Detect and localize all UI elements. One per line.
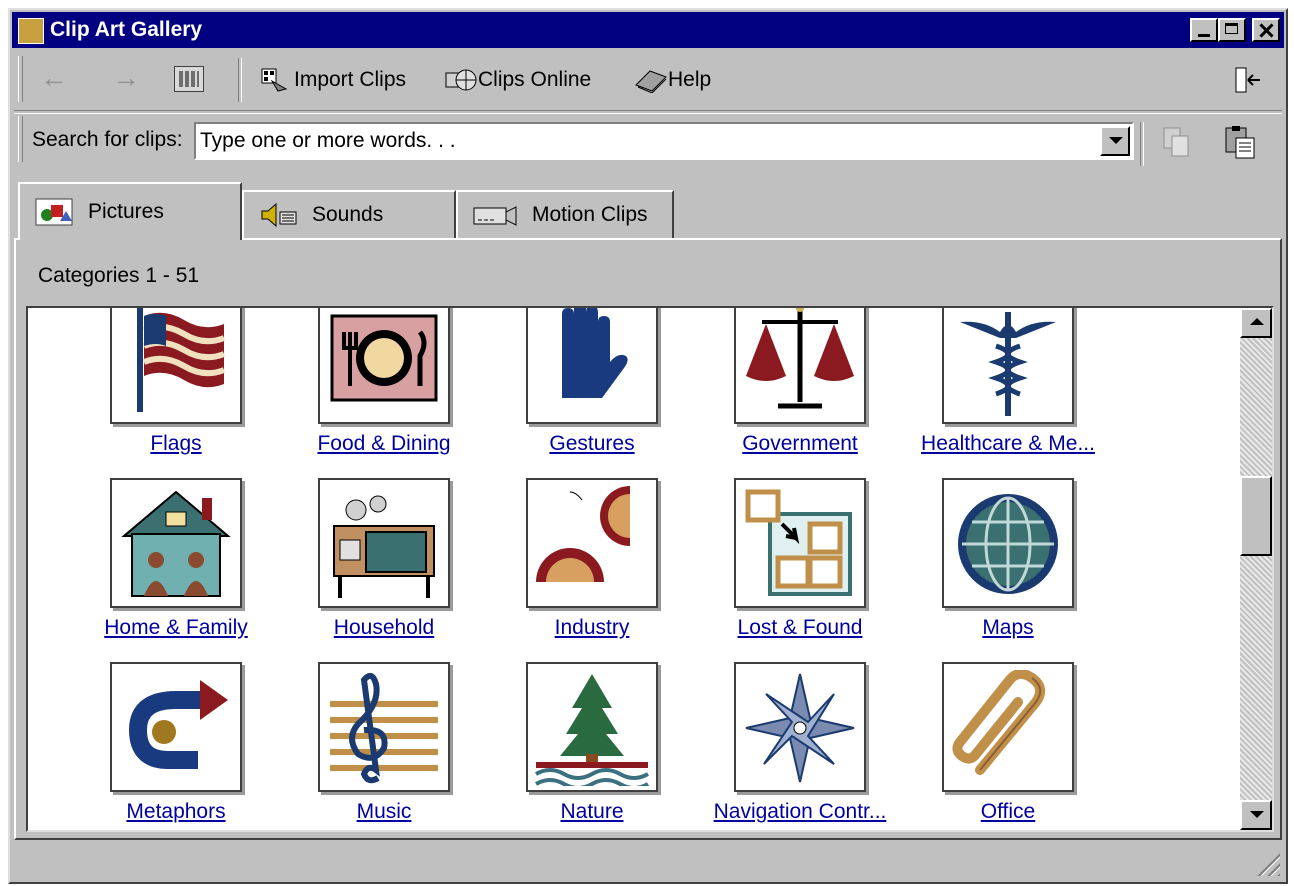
category-link[interactable]: Lost & Found xyxy=(686,616,914,640)
list-view-icon[interactable] xyxy=(174,66,204,92)
searchbar-grip[interactable] xyxy=(18,116,23,162)
help-button[interactable]: Help xyxy=(634,64,711,96)
category-link[interactable]: Navigation Contr... xyxy=(686,800,914,824)
show-pane-icon[interactable] xyxy=(1234,66,1262,94)
close-button[interactable] xyxy=(1252,18,1280,42)
category-item[interactable]: Music xyxy=(270,662,460,830)
category-thumbnail[interactable] xyxy=(110,662,242,792)
scroll-up-button[interactable] xyxy=(1240,308,1272,338)
pictures-panel: Categories 1 - 51 Flags Food & Dining Gest… xyxy=(14,238,1282,840)
copy-icon[interactable] xyxy=(1158,124,1194,160)
import-icon xyxy=(260,67,290,93)
category-item[interactable]: Lost & Found xyxy=(686,478,876,654)
category-link[interactable]: Music xyxy=(270,800,498,824)
category-thumbnail[interactable] xyxy=(734,308,866,424)
tab-sounds-label: Sounds xyxy=(312,203,384,226)
category-link[interactable]: Industry xyxy=(478,616,706,640)
category-thumbnail[interactable] xyxy=(110,478,242,608)
category-link[interactable]: Metaphors xyxy=(62,800,290,824)
category-link[interactable]: Home & Family xyxy=(62,616,290,640)
category-link[interactable]: Healthcare & Me... xyxy=(894,432,1122,456)
clips-online-button[interactable]: Clips Online xyxy=(444,64,591,96)
tab-strip: Pictures Sounds Motion Clips xyxy=(14,182,714,242)
main-toolbar: ← → Import Clips Clips Online Help xyxy=(14,52,1282,108)
category-item[interactable]: Food & Dining xyxy=(270,308,460,470)
category-thumbnail[interactable] xyxy=(318,662,450,792)
category-item[interactable]: Maps xyxy=(894,478,1084,654)
scroll-down-button[interactable] xyxy=(1240,800,1272,830)
back-arrow-icon[interactable]: ← xyxy=(36,62,72,94)
search-separator xyxy=(1140,122,1144,166)
import-clips-label: Import Clips xyxy=(294,68,407,91)
category-item[interactable]: Household xyxy=(270,478,460,654)
minimize-button[interactable] xyxy=(1190,18,1218,42)
search-dropdown-button[interactable] xyxy=(1100,126,1130,156)
category-item[interactable]: Flags xyxy=(62,308,252,470)
tab-motion-clips-label: Motion Clips xyxy=(532,203,648,226)
category-item[interactable]: Navigation Contr... xyxy=(686,662,886,830)
category-item[interactable]: Home & Family xyxy=(62,478,252,654)
category-link[interactable]: Household xyxy=(270,616,498,640)
maximize-button[interactable] xyxy=(1218,18,1246,42)
category-thumbnail[interactable] xyxy=(110,308,242,424)
category-thumbnail[interactable] xyxy=(318,478,450,608)
app-icon xyxy=(18,18,44,44)
category-thumbnail[interactable] xyxy=(942,662,1074,792)
search-bar: Search for clips: xyxy=(14,112,1282,168)
category-thumbnail[interactable] xyxy=(318,308,450,424)
search-combobox[interactable] xyxy=(194,122,1134,160)
categories-count: Categories 1 - 51 xyxy=(38,264,200,287)
help-label: Help xyxy=(668,68,712,91)
speaker-icon xyxy=(258,200,298,230)
category-thumbnail[interactable] xyxy=(734,662,866,792)
camera-icon xyxy=(472,200,517,230)
category-link[interactable]: Government xyxy=(686,432,914,456)
category-item[interactable]: Office xyxy=(894,662,1084,830)
category-item[interactable]: Industry xyxy=(478,478,668,654)
forward-arrow-icon[interactable]: → xyxy=(108,62,144,94)
vertical-scrollbar[interactable] xyxy=(1240,308,1272,830)
paste-icon[interactable] xyxy=(1222,124,1258,160)
category-item[interactable]: Healthcare & Me... xyxy=(894,308,1095,470)
clips-online-label: Clips Online xyxy=(478,68,592,91)
status-bar xyxy=(12,846,1284,880)
pictures-icon xyxy=(34,197,74,227)
window-title: Clip Art Gallery xyxy=(50,18,203,41)
category-thumbnail[interactable] xyxy=(526,478,658,608)
globe-online-icon xyxy=(444,67,477,93)
category-item[interactable]: Gestures xyxy=(478,308,668,470)
search-label: Search for clips: xyxy=(32,128,183,151)
category-link[interactable]: Maps xyxy=(894,616,1122,640)
category-list: Flags Food & Dining Gestures Government Heal… xyxy=(26,306,1274,832)
tab-sounds[interactable]: Sounds xyxy=(242,190,456,238)
import-clips-button[interactable]: Import Clips xyxy=(260,64,406,96)
clip-art-gallery-window: Clip Art Gallery ← → Import Clips Clips … xyxy=(8,8,1288,884)
category-link[interactable]: Gestures xyxy=(478,432,706,456)
toolbar-separator xyxy=(238,58,242,102)
category-thumbnail[interactable] xyxy=(942,478,1074,608)
category-link[interactable]: Flags xyxy=(62,432,290,456)
category-thumbnail[interactable] xyxy=(526,308,658,424)
category-item[interactable]: Metaphors xyxy=(62,662,252,830)
category-link[interactable]: Nature xyxy=(478,800,706,824)
tab-pictures-label: Pictures xyxy=(88,200,164,223)
category-thumbnail[interactable] xyxy=(734,478,866,608)
tab-pictures[interactable]: Pictures xyxy=(18,182,242,240)
search-input[interactable] xyxy=(200,126,1080,156)
category-thumbnail[interactable] xyxy=(942,308,1074,424)
title-bar[interactable]: Clip Art Gallery xyxy=(12,12,1284,48)
scroll-thumb[interactable] xyxy=(1240,476,1272,556)
tab-motion-clips[interactable]: Motion Clips xyxy=(456,190,674,238)
category-item[interactable]: Government xyxy=(686,308,876,470)
category-item[interactable]: Nature xyxy=(478,662,668,830)
category-link[interactable]: Office xyxy=(894,800,1122,824)
toolbar-grip[interactable] xyxy=(18,56,23,102)
help-book-icon xyxy=(634,67,667,94)
category-thumbnail[interactable] xyxy=(526,662,658,792)
resize-grip[interactable] xyxy=(1256,852,1280,876)
category-link[interactable]: Food & Dining xyxy=(270,432,498,456)
